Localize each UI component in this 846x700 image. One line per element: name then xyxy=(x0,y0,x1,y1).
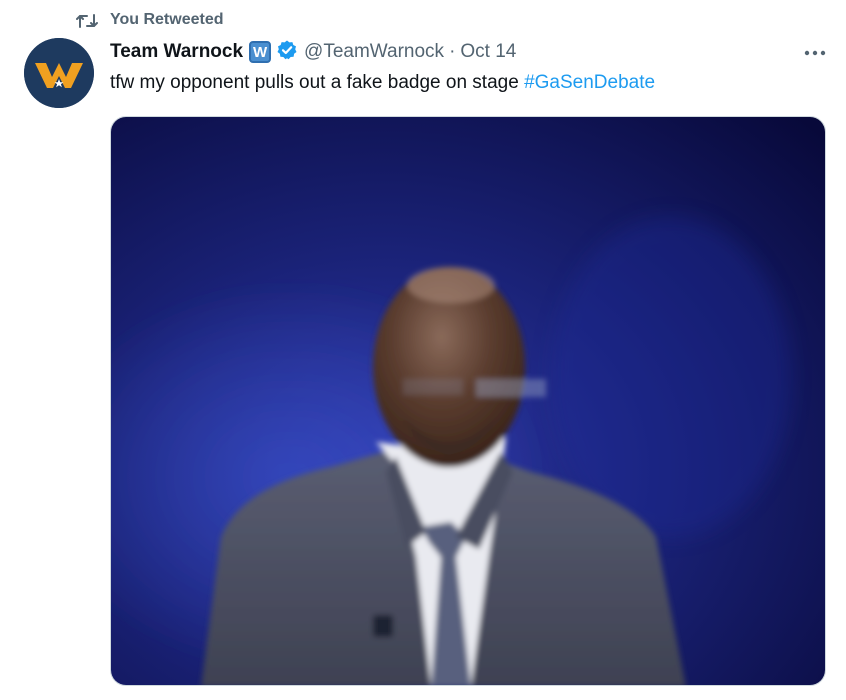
tweet-media-video[interactable] xyxy=(110,116,826,686)
warnock-logo-icon xyxy=(24,38,94,108)
tweet-text: tfw my opponent pulls out a fake badge o… xyxy=(110,70,655,96)
verified-badge-icon xyxy=(276,39,298,66)
retweet-label: You Retweeted xyxy=(110,11,224,28)
hashtag-link[interactable]: #GaSenDebate xyxy=(524,72,655,93)
more-options-button[interactable] xyxy=(800,38,830,66)
tweet-body: tfw my opponent pulls out a fake badge o… xyxy=(110,72,525,93)
tweet-timestamp[interactable]: Oct 14 xyxy=(460,41,516,63)
retweet-indicator: You Retweeted xyxy=(76,10,224,32)
tweet-header: Team Warnock W @TeamWarnock · Oct 14 xyxy=(110,38,516,66)
more-options-icon xyxy=(804,43,826,61)
video-frame-image xyxy=(111,117,825,685)
retweet-icon xyxy=(76,11,98,31)
tweet-card[interactable]: You Retweeted Team Warnock W @TeamWarnoc… xyxy=(0,0,846,700)
avatar[interactable] xyxy=(24,38,94,108)
separator-dot: · xyxy=(449,41,456,62)
display-name[interactable]: Team Warnock xyxy=(110,41,243,63)
user-handle[interactable]: @TeamWarnock xyxy=(304,41,444,63)
affiliate-badge: W xyxy=(249,41,272,63)
